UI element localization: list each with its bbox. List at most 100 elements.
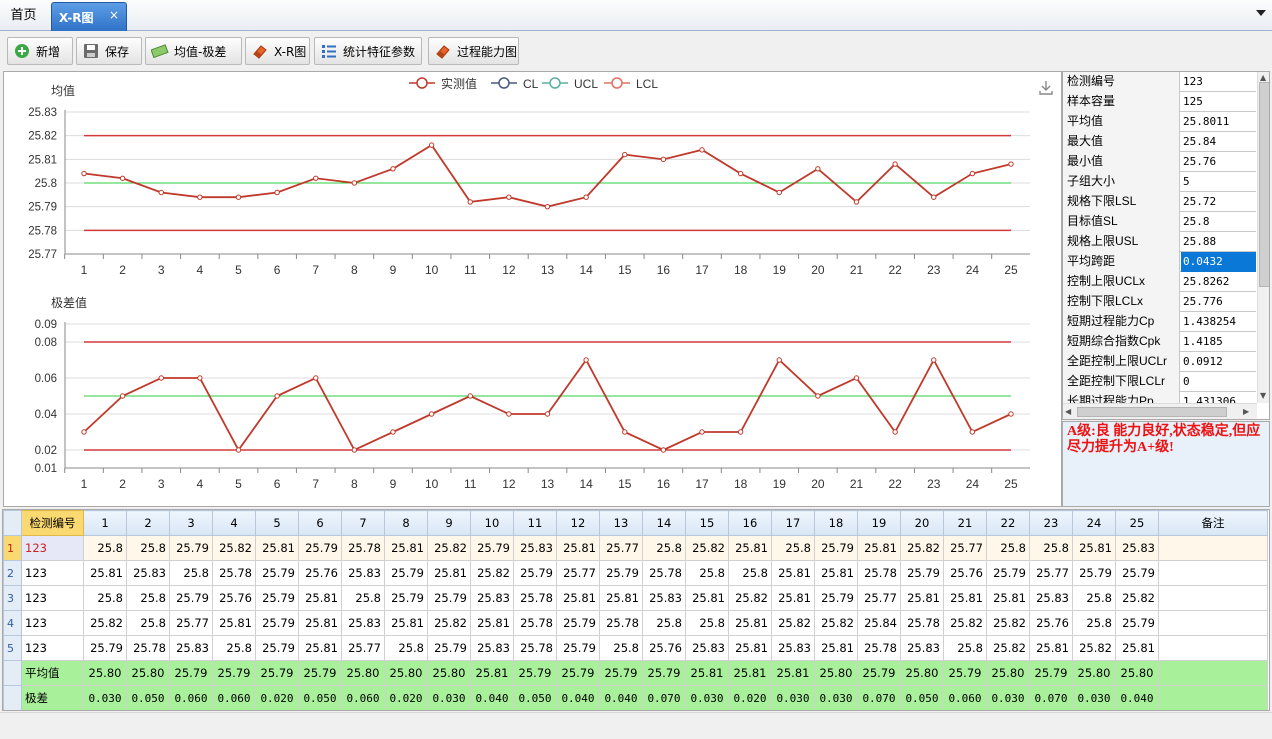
table-cell[interactable]: 25.79 — [83, 635, 127, 661]
table-cell[interactable]: 25.82 — [427, 535, 471, 561]
table-cell[interactable]: 25.78 — [126, 635, 170, 661]
property-row[interactable]: 最大值 25.84 — [1063, 132, 1256, 152]
table-cell[interactable]: 25.78 — [513, 585, 557, 611]
table-cell[interactable]: 25.78 — [857, 635, 901, 661]
table-cell[interactable]: 25.79 — [986, 560, 1030, 586]
table-cell[interactable]: 25.79 — [384, 585, 428, 611]
column-header[interactable]: 12 — [556, 510, 600, 536]
table-cell[interactable]: 25.81 — [986, 585, 1030, 611]
property-value[interactable]: 25.76 — [1181, 152, 1256, 172]
property-value[interactable]: 0.0432 — [1181, 252, 1256, 272]
table-cell[interactable]: 25.81 — [685, 585, 729, 611]
table-cell[interactable]: 25.81 — [298, 610, 342, 636]
property-row[interactable]: 短期综合指数Cpk 1.4185 — [1063, 332, 1256, 352]
table-cell[interactable]: 25.79 — [1115, 610, 1159, 636]
table-cell[interactable]: 25.81 — [470, 610, 514, 636]
table-cell[interactable]: 25.79 — [556, 635, 600, 661]
table-cell[interactable]: 25.77 — [599, 535, 643, 561]
capability-chart-button[interactable]: 过程能力图 — [428, 37, 519, 65]
table-cell[interactable]: 25.8 — [126, 610, 170, 636]
table-cell[interactable]: 123 — [21, 560, 84, 586]
table-cell[interactable]: 25.82 — [427, 610, 471, 636]
property-row[interactable]: 规格上限USL 25.88 — [1063, 232, 1256, 252]
table-cell[interactable] — [1158, 585, 1268, 611]
column-header[interactable]: 备注 — [1158, 510, 1268, 536]
column-header[interactable]: 5 — [255, 510, 299, 536]
mean-range-button[interactable]: 均值-极差 — [145, 37, 242, 65]
table-cell[interactable]: 25.8 — [685, 610, 729, 636]
save-button[interactable]: 保存 — [76, 37, 142, 65]
scroll-right-icon[interactable]: ▶ — [1243, 407, 1249, 416]
table-cell[interactable]: 123 — [21, 610, 84, 636]
table-cell[interactable] — [1158, 560, 1268, 586]
table-cell[interactable]: 25.83 — [341, 610, 385, 636]
table-row[interactable]: 1 123 25.8 25.8 25.79 25.82 25.81 25.79 25.78 25.… — [3, 535, 1268, 561]
table-cell[interactable]: 25.82 — [771, 610, 815, 636]
table-cell[interactable]: 25.8 — [212, 635, 256, 661]
measurement-table[interactable]: 检测编号 1 2 3 4 5 6 7 8 9 10 11 12 13 14 15 16 17 18 19 20 21 22 2… — [2, 509, 1270, 711]
table-cell[interactable]: 25.77 — [556, 560, 600, 586]
table-cell[interactable]: 25.79 — [900, 560, 944, 586]
column-header[interactable]: 23 — [1029, 510, 1073, 536]
table-cell[interactable]: 25.81 — [1115, 635, 1159, 661]
table-cell[interactable]: 25.82 — [986, 610, 1030, 636]
measurement-grid[interactable]: 检测编号 1 2 3 4 5 6 7 8 9 10 11 12 13 14 15 16 17 18 19 20 21 22 2… — [3, 510, 1268, 710]
table-cell[interactable]: 25.8 — [599, 635, 643, 661]
table-cell[interactable]: 25.82 — [83, 610, 127, 636]
row-number[interactable]: 5 — [3, 635, 22, 661]
table-cell[interactable]: 25.8 — [642, 610, 686, 636]
table-cell[interactable]: 25.83 — [771, 635, 815, 661]
table-cell[interactable]: 25.79 — [255, 585, 299, 611]
table-cell[interactable]: 25.8 — [771, 535, 815, 561]
scroll-up-icon[interactable]: ▲ — [1260, 73, 1266, 82]
property-row[interactable]: 子组大小 5 — [1063, 172, 1256, 192]
table-cell[interactable]: 25.78 — [642, 560, 686, 586]
table-cell[interactable]: 25.8 — [341, 585, 385, 611]
property-value[interactable]: 25.8011 — [1181, 112, 1256, 132]
table-cell[interactable]: 25.81 — [728, 635, 772, 661]
column-header[interactable]: 10 — [470, 510, 514, 536]
column-header[interactable]: 16 — [728, 510, 772, 536]
table-cell[interactable]: 25.8 — [1029, 535, 1073, 561]
property-row[interactable]: 短期过程能力Cp 1.438254 — [1063, 312, 1256, 332]
table-row[interactable]: 5 123 25.79 25.78 25.83 25.8 25.79 25.81 25.77 25… — [3, 635, 1268, 661]
table-cell[interactable]: 25.8 — [1072, 585, 1116, 611]
column-header[interactable]: 检测编号 — [21, 510, 84, 536]
table-cell[interactable]: 25.83 — [513, 535, 557, 561]
table-cell[interactable]: 25.81 — [384, 610, 428, 636]
table-cell[interactable]: 25.81 — [384, 535, 428, 561]
column-header[interactable]: 11 — [513, 510, 557, 536]
table-cell[interactable]: 25.81 — [857, 535, 901, 561]
property-value[interactable]: 123 — [1181, 72, 1256, 92]
table-row[interactable]: 3 123 25.8 25.8 25.79 25.76 25.79 25.81 25.8 25.7… — [3, 585, 1268, 611]
property-value[interactable]: 25.8262 — [1181, 272, 1256, 292]
table-cell[interactable]: 25.81 — [255, 535, 299, 561]
column-header[interactable]: 24 — [1072, 510, 1116, 536]
table-cell[interactable]: 25.83 — [1115, 535, 1159, 561]
table-cell[interactable]: 25.79 — [427, 585, 471, 611]
table-cell[interactable]: 25.79 — [384, 560, 428, 586]
table-cell[interactable]: 25.76 — [298, 560, 342, 586]
table-cell[interactable]: 25.78 — [513, 610, 557, 636]
table-cell[interactable]: 123 — [21, 635, 84, 661]
table-cell[interactable]: 123 — [21, 535, 84, 561]
table-cell[interactable]: 25.76 — [943, 560, 987, 586]
table-cell[interactable]: 25.81 — [814, 635, 858, 661]
column-header[interactable]: 8 — [384, 510, 428, 536]
table-cell[interactable]: 25.82 — [685, 535, 729, 561]
table-cell[interactable]: 25.83 — [126, 560, 170, 586]
column-header[interactable]: 25 — [1115, 510, 1159, 536]
property-value[interactable]: 0 — [1181, 372, 1256, 392]
column-header[interactable]: 14 — [642, 510, 686, 536]
table-cell[interactable]: 25.81 — [728, 535, 772, 561]
table-cell[interactable]: 25.8 — [685, 560, 729, 586]
tab-home[interactable]: 首页 — [0, 2, 47, 30]
table-cell[interactable]: 25.77 — [943, 535, 987, 561]
scroll-thumb[interactable] — [1259, 82, 1269, 287]
table-cell[interactable]: 25.82 — [728, 585, 772, 611]
column-header[interactable]: 3 — [169, 510, 213, 536]
table-cell[interactable]: 25.83 — [169, 635, 213, 661]
table-cell[interactable]: 25.81 — [556, 535, 600, 561]
property-value[interactable]: 25.72 — [1181, 192, 1256, 212]
table-cell[interactable]: 25.81 — [771, 560, 815, 586]
